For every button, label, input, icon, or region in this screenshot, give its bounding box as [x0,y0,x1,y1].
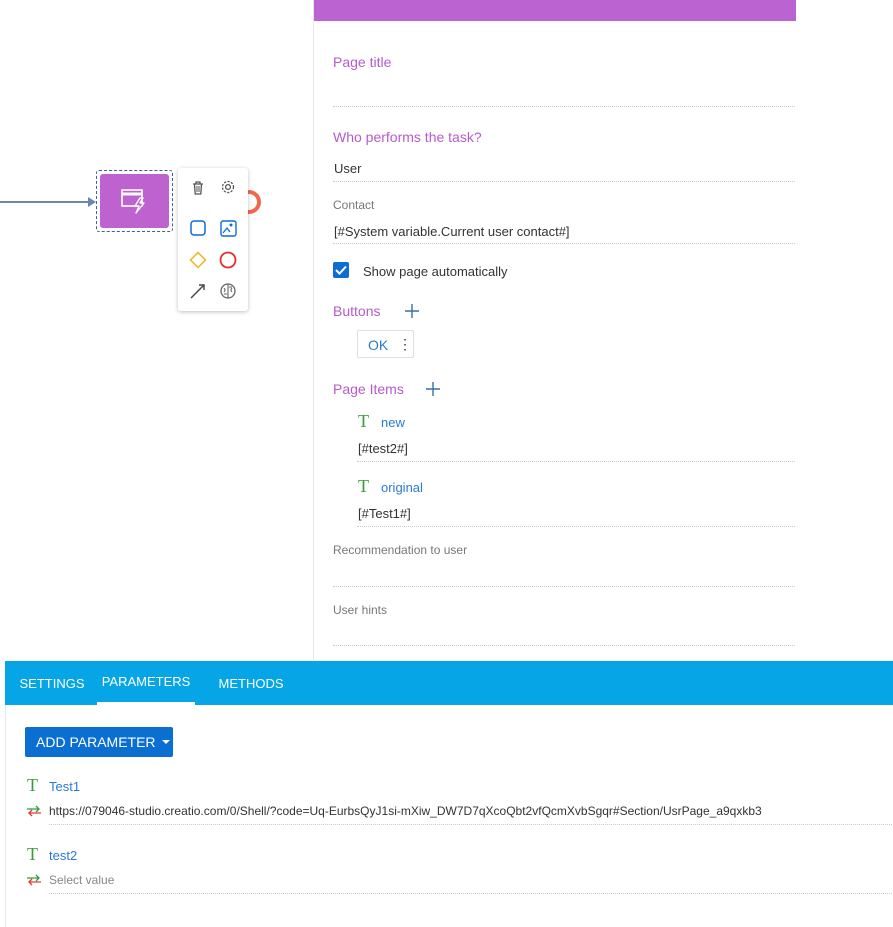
page-item-underline [357,461,795,462]
page-item-name[interactable]: original [381,480,423,495]
parameter-underline [49,824,893,825]
page-item-name[interactable]: new [381,415,405,430]
add-button-plus-icon[interactable] [405,304,419,318]
add-page-item-plus-icon[interactable] [426,382,440,396]
text-type-icon: T [27,775,38,795]
trash-icon[interactable] [187,176,209,198]
gear-icon[interactable] [217,176,239,198]
page-item-value[interactable]: [#Test1#] [358,506,411,521]
who-performs-label: Who performs the task? [333,129,482,145]
task-square-icon[interactable] [187,217,209,239]
checkmark-icon [335,265,347,275]
contact-label: Contact [333,198,375,212]
page-title-underline [333,106,795,107]
text-type-icon: T [358,476,369,496]
tab-parameters[interactable]: PARAMETERS [97,661,195,705]
connector-arrow-icon[interactable] [187,280,209,302]
page-item-underline [357,526,795,527]
process-designer: Page title Who performs the task? User C… [0,0,893,927]
parameters-panel: ADD PARAMETER T Test1 https://079046-stu… [5,705,893,927]
parameter-name[interactable]: Test1 [49,779,80,794]
contact-input[interactable]: [#System variable.Current user contact#] [334,224,570,239]
text-type-icon: T [358,411,369,431]
parameter-value[interactable]: https://079046-studio.creatio.com/0/Shel… [49,804,762,818]
recommendation-underline [333,586,795,587]
bottom-tab-bar: SETTINGS PARAMETERS METHODS [5,661,893,705]
sequence-flow-line[interactable] [0,201,92,203]
parameter-underline [49,893,893,894]
brain-icon[interactable] [217,280,239,302]
tab-methods[interactable]: METHODS [211,661,291,705]
end-event-circle-icon[interactable] [217,249,239,271]
panel-header-bar [314,0,796,21]
element-tool-palette [178,168,248,311]
button-item-ok[interactable]: OK ⋮ [357,330,414,358]
add-parameter-button[interactable]: ADD PARAMETER [25,727,173,757]
page-items-label: Page Items [333,381,404,397]
gateway-diamond-icon[interactable] [187,249,209,271]
contact-underline [333,243,795,244]
button-item-label: OK [368,337,389,353]
parameter-value-placeholder[interactable]: Select value [49,873,114,887]
tab-settings[interactable]: SETTINGS [13,661,91,705]
add-parameter-label: ADD PARAMETER [36,734,156,750]
caret-down-icon [161,740,170,744]
auto-generated-page-element[interactable] [100,174,169,228]
page-lightning-icon [120,189,145,214]
parameter-name[interactable]: test2 [49,848,77,863]
user-hints-underline [333,645,795,646]
text-type-icon: T [27,844,38,864]
user-hints-label: User hints [333,603,388,617]
mapping-arrows-icon [27,805,41,817]
image-script-icon[interactable] [217,217,239,239]
show-page-checkbox[interactable] [333,262,349,278]
mapping-arrows-icon [27,874,41,886]
sequence-flow-arrowhead [88,197,96,207]
page-title-label: Page title [333,54,392,70]
element-properties-panel: Page title Who performs the task? User C… [313,0,796,660]
performer-underline [333,181,795,182]
buttons-label: Buttons [333,303,381,319]
show-page-label: Show page automatically [363,264,508,279]
more-vertical-icon[interactable]: ⋮ [398,337,412,351]
recommendation-label: Recommendation to user [333,543,468,557]
page-item-value[interactable]: [#test2#] [358,441,408,456]
performer-select[interactable]: User [334,161,361,176]
